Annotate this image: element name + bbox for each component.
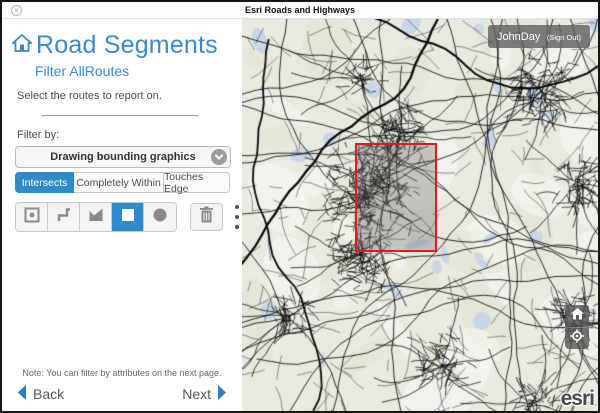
draw-tool-group (15, 202, 177, 232)
clear-graphics-button[interactable] (190, 203, 223, 231)
divider (42, 115, 198, 116)
polygon-tool-button[interactable] (80, 203, 112, 231)
esri-attribution-logo: esri (561, 387, 594, 411)
trash-icon (199, 206, 214, 228)
tab-intersects[interactable]: Intersects (15, 172, 74, 193)
polyline-tool-button[interactable] (48, 203, 80, 231)
chevron-down-icon (211, 149, 227, 165)
dropdown-value: Drawing bounding graphics (50, 151, 195, 163)
map-viewport[interactable]: JohnDay (Sign Out) esri (242, 19, 598, 411)
locate-icon (570, 329, 584, 348)
map-controls (565, 305, 589, 349)
chevron-right-icon (216, 384, 229, 404)
selection-rectangle-graphic (355, 143, 437, 252)
point-tool-button[interactable] (16, 203, 48, 231)
filter-method-dropdown[interactable]: Drawing bounding graphics (15, 146, 231, 168)
circle-tool-button[interactable] (144, 203, 176, 231)
next-button[interactable]: Next (182, 384, 229, 404)
filter-by-label: Filter by: (17, 129, 242, 141)
tab-touches-edge[interactable]: Touches Edge (164, 172, 230, 193)
locate-button[interactable] (565, 327, 589, 349)
page-title: Road Segments (36, 31, 218, 60)
window-title: Esri Roads and Highways (2, 5, 598, 15)
panel-resize-handle[interactable] (233, 197, 241, 237)
note-text: Note: You can filter by attributes on th… (2, 368, 242, 378)
home-extent-icon (571, 307, 584, 325)
user-badge[interactable]: JohnDay (Sign Out) (488, 25, 590, 48)
username-label: JohnDay (497, 31, 540, 43)
chevron-left-icon (15, 384, 28, 404)
polygon-tool-icon (88, 207, 104, 228)
rectangle-tool-button[interactable] (112, 203, 144, 231)
home-icon (12, 34, 32, 57)
circle-tool-icon (152, 207, 168, 228)
page-subtitle: Filter AllRoutes (35, 63, 242, 79)
app-window: × Esri Roads and Highways Road Segments … (0, 0, 600, 413)
point-tool-icon (24, 207, 40, 228)
tab-completely-within[interactable]: Completely Within (74, 172, 164, 193)
description-text: Select the routes to report on. (17, 90, 242, 102)
spatial-relation-tabs: Intersects Completely Within Touches Edg… (15, 172, 231, 193)
sign-out-link[interactable]: (Sign Out) (547, 33, 581, 42)
filter-panel: Road Segments Filter AllRoutes Select th… (2, 19, 242, 411)
polyline-tool-icon (56, 207, 72, 228)
next-label: Next (182, 386, 211, 402)
back-button[interactable]: Back (15, 384, 64, 404)
rectangle-tool-icon (120, 207, 136, 228)
home-extent-button[interactable] (565, 305, 589, 327)
title-bar: × Esri Roads and Highways (2, 2, 598, 19)
back-label: Back (33, 386, 64, 402)
